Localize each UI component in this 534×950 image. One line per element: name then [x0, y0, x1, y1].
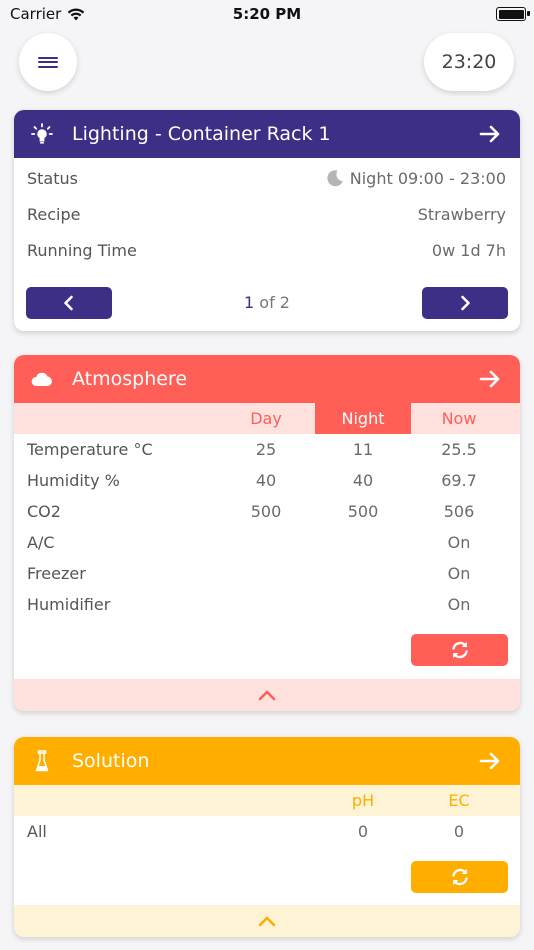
day-value: 500: [250, 502, 282, 521]
atmosphere-header[interactable]: Atmosphere: [14, 355, 520, 403]
status-bar: Carrier 5:20 PM: [0, 0, 534, 28]
day-value: 25: [255, 440, 277, 459]
hamburger-icon: [38, 54, 58, 70]
atmosphere-collapse-toggle[interactable]: [14, 679, 520, 711]
table-row: Freezer On: [14, 558, 520, 589]
recipe-value: Strawberry: [417, 204, 506, 224]
table-row: Humidity % 40 40 69.7: [14, 465, 520, 496]
column-ec: EC: [448, 791, 470, 810]
atmosphere-refresh-button[interactable]: [411, 634, 508, 666]
now-value: On: [447, 595, 471, 614]
solution-card: Solution pH EC All 0 0: [14, 737, 520, 937]
cloud-icon: [30, 367, 54, 391]
chevron-up-icon: [258, 690, 276, 701]
night-value: 40: [352, 471, 374, 490]
column-day[interactable]: Day: [218, 403, 314, 434]
arrow-right-icon[interactable]: [478, 367, 502, 391]
lighting-pager: 1 of 2: [14, 287, 520, 319]
page-total: of 2: [259, 293, 290, 312]
table-row: A/C On: [14, 527, 520, 558]
lighting-header[interactable]: Lighting - Container Rack 1: [14, 110, 520, 158]
ph-value: 0: [357, 822, 369, 841]
status-row: Status Night 09:00 - 23:00: [14, 160, 520, 196]
now-value: 506: [443, 502, 475, 521]
refresh-icon: [451, 868, 468, 886]
row-label: Humidity %: [27, 471, 120, 490]
table-row: CO2 500 500 506: [14, 496, 520, 527]
clock-display: 23:20: [424, 33, 514, 91]
row-label: Temperature °C: [27, 440, 153, 459]
refresh-icon: [451, 641, 468, 659]
status-time: 5:20 PM: [232, 5, 302, 23]
running-time-row: Running Time 0w 1d 7h: [14, 232, 520, 268]
row-label: A/C: [27, 533, 55, 552]
flask-icon: [30, 749, 54, 773]
now-value: 69.7: [441, 471, 477, 490]
arrow-right-icon[interactable]: [478, 122, 502, 146]
column-night[interactable]: Night: [315, 403, 411, 434]
column-ph: pH: [351, 791, 375, 810]
chevron-up-icon: [258, 916, 276, 927]
atmosphere-card: Atmosphere Day Night Now Temperature °C …: [14, 355, 520, 711]
solution-column-headers: pH EC: [14, 785, 520, 816]
row-label: Humidifier: [27, 595, 111, 614]
chevron-right-icon: [461, 295, 470, 311]
table-row: Humidifier On: [14, 589, 520, 620]
solution-title: Solution: [72, 750, 150, 772]
page-current: 1: [244, 293, 255, 312]
day-value: 40: [255, 471, 277, 490]
status-label: Status: [27, 168, 78, 188]
atmosphere-title: Atmosphere: [72, 368, 188, 390]
lightbulb-icon: [30, 122, 54, 146]
arrow-right-icon[interactable]: [478, 749, 502, 773]
now-value: On: [447, 564, 471, 583]
night-value: 500: [347, 502, 379, 521]
menu-button[interactable]: [19, 33, 77, 91]
column-now[interactable]: Now: [411, 403, 507, 434]
battery-icon: [496, 7, 530, 21]
table-row: Temperature °C 25 11 25.5: [14, 434, 520, 465]
table-row: All 0 0: [14, 816, 520, 847]
recipe-row: Recipe Strawberry: [14, 196, 520, 232]
solution-collapse-toggle[interactable]: [14, 905, 520, 937]
status-value: Night 09:00 - 23:00: [349, 168, 506, 188]
row-label: All: [27, 822, 47, 841]
ec-value: 0: [453, 822, 465, 841]
row-label: Freezer: [27, 564, 86, 583]
running-time-label: Running Time: [27, 240, 137, 260]
now-value: 25.5: [441, 440, 477, 459]
moon-icon: [327, 170, 343, 187]
solution-header[interactable]: Solution: [14, 737, 520, 785]
night-value: 11: [352, 440, 374, 459]
atmosphere-column-headers: Day Night Now: [14, 403, 520, 434]
solution-refresh-button[interactable]: [411, 861, 508, 893]
lighting-card: Lighting - Container Rack 1 Status Night…: [14, 110, 520, 331]
running-time-value: 0w 1d 7h: [431, 240, 506, 260]
now-value: On: [447, 533, 471, 552]
next-button[interactable]: [422, 287, 508, 319]
lighting-title: Lighting - Container Rack 1: [72, 123, 331, 145]
row-label: CO2: [27, 502, 61, 521]
recipe-label: Recipe: [27, 204, 81, 224]
